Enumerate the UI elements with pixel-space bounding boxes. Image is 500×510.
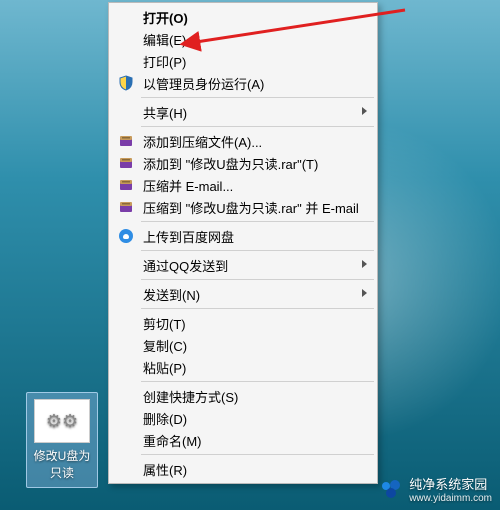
menu-separator <box>141 126 374 127</box>
menu-properties-label: 属性(R) <box>143 460 187 479</box>
menu-send-to-label: 发送到(N) <box>143 285 200 304</box>
menu-run-as-admin-label: 以管理员身份运行(A) <box>143 74 264 93</box>
menu-rename-label: 重命名(M) <box>143 431 202 450</box>
menu-rar-email-label: 压缩并 E-mail... <box>143 176 233 195</box>
baidu-netdisk-icon <box>117 227 135 245</box>
submenu-arrow-icon <box>361 106 369 116</box>
menu-print-label: 打印(P) <box>143 52 186 71</box>
menu-print[interactable]: 打印(P) <box>111 50 375 72</box>
watermark: 纯净系统家园 www.yidaimm.com <box>379 474 492 504</box>
menu-cut[interactable]: 剪切(T) <box>111 312 375 334</box>
menu-share-label: 共享(H) <box>143 103 187 122</box>
menu-separator <box>141 279 374 280</box>
menu-copy-label: 复制(C) <box>143 336 187 355</box>
winrar-icon <box>117 132 135 150</box>
menu-rar-add-to[interactable]: 添加到 "修改U盘为只读.rar"(T) <box>111 152 375 174</box>
menu-run-as-admin[interactable]: 以管理员身份运行(A) <box>111 72 375 94</box>
menu-rar-email-to-label: 压缩到 "修改U盘为只读.rar" 并 E-mail <box>143 198 359 217</box>
menu-copy[interactable]: 复制(C) <box>111 334 375 356</box>
menu-rar-email-to[interactable]: 压缩到 "修改U盘为只读.rar" 并 E-mail <box>111 196 375 218</box>
menu-separator <box>141 381 374 382</box>
winrar-icon <box>117 176 135 194</box>
menu-paste[interactable]: 粘贴(P) <box>111 356 375 378</box>
desktop: ⚙⚙ 修改U盘为只读 打开(O) 编辑(E) 打印(P) 以管理员身份运行(A)… <box>0 0 500 510</box>
menu-edit[interactable]: 编辑(E) <box>111 28 375 50</box>
menu-open-label: 打开(O) <box>143 8 188 27</box>
winrar-icon <box>117 198 135 216</box>
menu-send-to[interactable]: 发送到(N) <box>111 283 375 305</box>
menu-baidu-upload[interactable]: 上传到百度网盘 <box>111 225 375 247</box>
menu-rar-add[interactable]: 添加到压缩文件(A)... <box>111 130 375 152</box>
submenu-arrow-icon <box>361 288 369 298</box>
shield-icon <box>117 74 135 92</box>
desktop-icon[interactable]: ⚙⚙ 修改U盘为只读 <box>26 392 98 488</box>
menu-create-shortcut[interactable]: 创建快捷方式(S) <box>111 385 375 407</box>
desktop-icon-label: 修改U盘为只读 <box>31 447 93 481</box>
menu-rar-email[interactable]: 压缩并 E-mail... <box>111 174 375 196</box>
submenu-arrow-icon <box>361 259 369 269</box>
menu-paste-label: 粘贴(P) <box>143 358 186 377</box>
menu-rar-add-to-label: 添加到 "修改U盘为只读.rar"(T) <box>143 154 318 173</box>
context-menu: 打开(O) 编辑(E) 打印(P) 以管理员身份运行(A) 共享(H) 添加到压… <box>108 2 378 484</box>
menu-separator <box>141 250 374 251</box>
menu-edit-label: 编辑(E) <box>143 30 186 49</box>
watermark-logo-icon <box>379 477 403 501</box>
menu-share[interactable]: 共享(H) <box>111 101 375 123</box>
menu-qq-send[interactable]: 通过QQ发送到 <box>111 254 375 276</box>
menu-qq-send-label: 通过QQ发送到 <box>143 256 228 275</box>
winrar-icon <box>117 154 135 172</box>
menu-baidu-upload-label: 上传到百度网盘 <box>143 227 234 246</box>
menu-separator <box>141 454 374 455</box>
menu-delete-label: 删除(D) <box>143 409 187 428</box>
menu-properties[interactable]: 属性(R) <box>111 458 375 480</box>
menu-create-shortcut-label: 创建快捷方式(S) <box>143 387 238 406</box>
watermark-url: www.yidaimm.com <box>409 493 492 504</box>
watermark-title: 纯净系统家园 <box>409 474 492 493</box>
menu-separator <box>141 221 374 222</box>
gears-icon: ⚙⚙ <box>46 411 78 432</box>
menu-rename[interactable]: 重命名(M) <box>111 429 375 451</box>
menu-cut-label: 剪切(T) <box>143 314 186 333</box>
menu-open[interactable]: 打开(O) <box>111 6 375 28</box>
menu-separator <box>141 308 374 309</box>
menu-rar-add-label: 添加到压缩文件(A)... <box>143 132 262 151</box>
bat-file-thumbnail: ⚙⚙ <box>34 399 90 443</box>
menu-delete[interactable]: 删除(D) <box>111 407 375 429</box>
menu-separator <box>141 97 374 98</box>
